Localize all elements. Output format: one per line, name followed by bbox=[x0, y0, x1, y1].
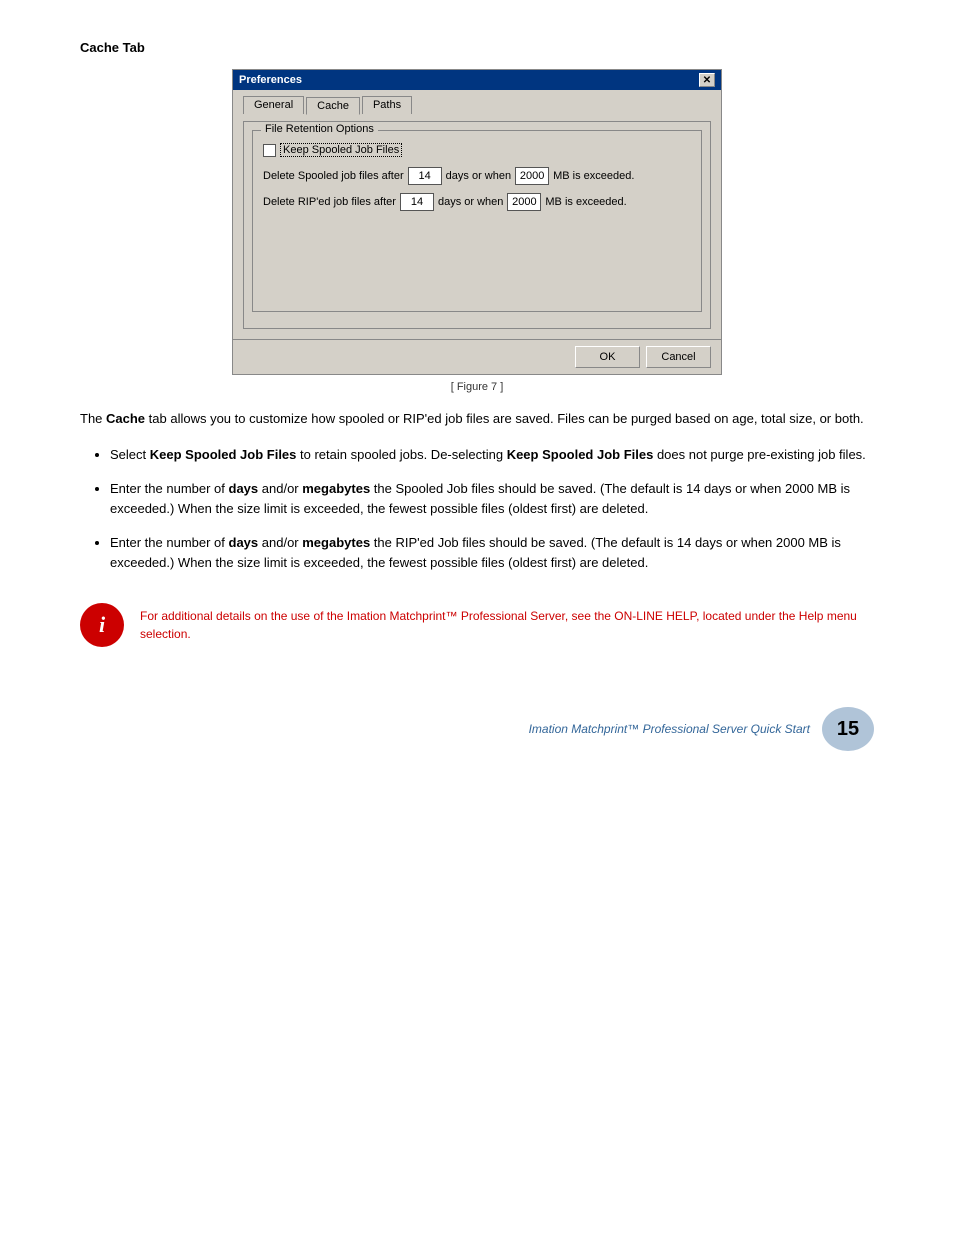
body-intro: The Cache tab allows you to customize ho… bbox=[80, 409, 874, 429]
info-text: For additional details on the use of the… bbox=[140, 603, 874, 643]
dialog-footer: OK Cancel bbox=[233, 339, 721, 374]
delete-riped-middle: days or when bbox=[438, 196, 503, 208]
delete-spooled-suffix: MB is exceeded. bbox=[553, 170, 634, 182]
tab-cache[interactable]: Cache bbox=[306, 97, 360, 115]
ok-button[interactable]: OK bbox=[575, 346, 640, 368]
days-bold-2: days bbox=[229, 535, 259, 550]
megabytes-bold-1: megabytes bbox=[302, 481, 370, 496]
dialog-title: Preferences bbox=[239, 74, 302, 86]
group-box-legend: File Retention Options bbox=[261, 123, 378, 135]
dialog-titlebar: Preferences ✕ bbox=[233, 70, 721, 90]
delete-riped-row: Delete RIP'ed job files after days or wh… bbox=[263, 193, 691, 211]
keep-spooled-checkbox[interactable] bbox=[263, 144, 276, 157]
riped-days-input[interactable] bbox=[400, 193, 434, 211]
file-retention-group: File Retention Options Keep Spooled Job … bbox=[252, 130, 702, 312]
delete-spooled-prefix: Delete Spooled job files after bbox=[263, 170, 404, 182]
keep-spooled-bold-1: Keep Spooled Job Files bbox=[150, 447, 297, 462]
bullet-item-1: Select Keep Spooled Job Files to retain … bbox=[110, 445, 874, 465]
keep-spooled-bold-2: Keep Spooled Job Files bbox=[507, 447, 654, 462]
days-bold-1: days bbox=[229, 481, 259, 496]
delete-spooled-middle: days or when bbox=[446, 170, 511, 182]
bullet-item-2: Enter the number of days and/or megabyte… bbox=[110, 479, 874, 519]
dialog-close-button[interactable]: ✕ bbox=[699, 73, 715, 87]
tab-paths[interactable]: Paths bbox=[362, 96, 412, 114]
page-heading: Cache Tab bbox=[80, 40, 874, 55]
tab-general[interactable]: General bbox=[243, 96, 304, 114]
dialog-wrapper: Preferences ✕ General Cache Paths File R… bbox=[80, 69, 874, 393]
spooled-mb-input[interactable] bbox=[515, 167, 549, 185]
keep-spooled-label: Keep Spooled Job Files bbox=[280, 143, 402, 157]
dialog-spacer bbox=[263, 219, 691, 299]
bullet-list: Select Keep Spooled Job Files to retain … bbox=[110, 445, 874, 574]
page-footer: Imation Matchprint™ Professional Server … bbox=[80, 707, 874, 751]
spooled-days-input[interactable] bbox=[408, 167, 442, 185]
info-icon: i bbox=[80, 603, 124, 647]
megabytes-bold-2: megabytes bbox=[302, 535, 370, 550]
keep-spooled-row: Keep Spooled Job Files bbox=[263, 143, 691, 157]
dialog-tabs: General Cache Paths bbox=[243, 96, 711, 114]
delete-riped-prefix: Delete RIP'ed job files after bbox=[263, 196, 396, 208]
preferences-dialog: Preferences ✕ General Cache Paths File R… bbox=[232, 69, 722, 375]
dialog-body: General Cache Paths File Retention Optio… bbox=[233, 90, 721, 339]
info-note: i For additional details on the use of t… bbox=[80, 603, 874, 647]
cancel-button[interactable]: Cancel bbox=[646, 346, 711, 368]
riped-mb-input[interactable] bbox=[507, 193, 541, 211]
figure-caption: [ Figure 7 ] bbox=[451, 381, 504, 393]
cache-bold: Cache bbox=[106, 411, 145, 426]
delete-spooled-row: Delete Spooled job files after days or w… bbox=[263, 167, 691, 185]
footer-text: Imation Matchprint™ Professional Server … bbox=[529, 722, 810, 736]
bullet-item-3: Enter the number of days and/or megabyte… bbox=[110, 533, 874, 573]
delete-riped-suffix: MB is exceeded. bbox=[545, 196, 626, 208]
page-number-badge: 15 bbox=[822, 707, 874, 751]
tab-content: File Retention Options Keep Spooled Job … bbox=[243, 121, 711, 329]
info-icon-text: i bbox=[99, 612, 105, 638]
